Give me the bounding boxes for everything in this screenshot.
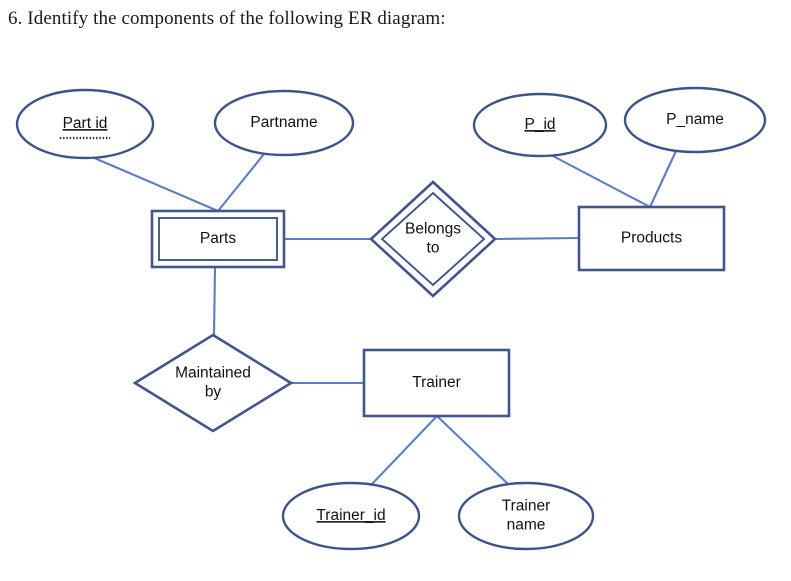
attribute-p-name[interactable]: P_name	[623, 86, 767, 154]
relationship-maintained-by-label: by	[205, 384, 222, 401]
attribute-partname-label: Partname	[250, 114, 317, 131]
relationship-maintained-by[interactable]: Maintained by	[132, 333, 294, 433]
attribute-partname[interactable]: Partname	[213, 89, 355, 157]
attribute-trainer-name-label: Trainer	[502, 498, 551, 515]
connector-line	[493, 236, 581, 241]
attribute-p-id[interactable]: P_id	[472, 92, 608, 158]
connector-line	[435, 414, 510, 486]
entity-products-label: Products	[621, 230, 682, 247]
attribute-part-id-label: Part id	[63, 115, 108, 132]
relationship-belongs-to-label: to	[427, 240, 440, 257]
shapes-layer: Part id Partname P_id P_name Trainer_id Train…	[15, 86, 767, 551]
attribute-trainer-name[interactable]: Trainer name	[457, 481, 595, 551]
attribute-p-id-label: P_id	[524, 116, 555, 133]
connector-line	[549, 153, 652, 209]
attribute-trainer-id[interactable]: Trainer_id	[281, 481, 421, 551]
attribute-p-name-label: P_name	[666, 111, 724, 128]
entity-parts[interactable]: Parts	[150, 209, 286, 269]
connector-line	[212, 265, 217, 337]
attribute-part-id[interactable]: Part id	[15, 88, 155, 160]
connector-line	[90, 155, 220, 213]
attribute-trainer-id-label: Trainer_id	[316, 507, 385, 524]
entity-products[interactable]: Products	[577, 205, 726, 272]
relationship-belongs-to[interactable]: Belongs to	[369, 180, 497, 298]
connector-layer	[90, 149, 678, 486]
er-diagram-canvas: Part id Partname P_id P_name Trainer_id Train…	[15, 86, 767, 551]
entity-parts-label: Parts	[200, 230, 236, 247]
relationship-belongs-to-label: Belongs	[405, 221, 461, 238]
connector-line	[648, 149, 678, 209]
entity-trainer[interactable]: Trainer	[362, 348, 511, 418]
connector-line	[370, 414, 439, 486]
connector-line	[216, 152, 266, 213]
relationship-maintained-by-label: Maintained	[175, 365, 251, 382]
attribute-trainer-name-label: name	[507, 517, 546, 534]
entity-trainer-label: Trainer	[412, 374, 461, 391]
